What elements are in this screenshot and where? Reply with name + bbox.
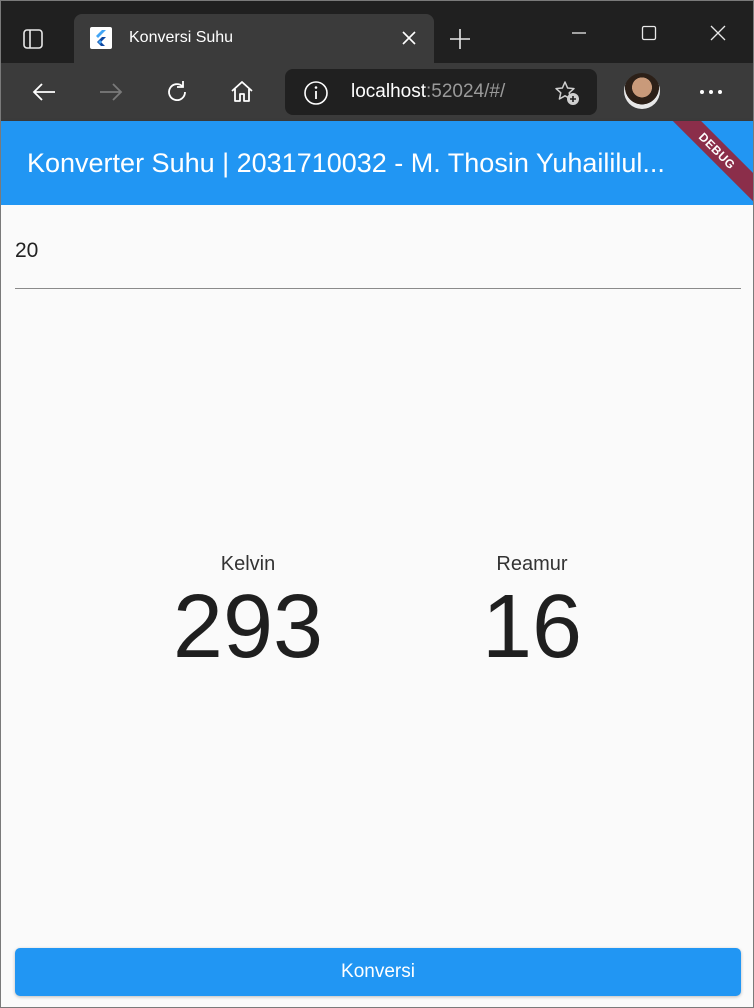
- app-title: Konverter Suhu | 2031710032 - M. Thosin …: [27, 148, 665, 178]
- url-path: :52024/#/: [426, 81, 506, 102]
- back-arrow-icon[interactable]: [27, 75, 61, 109]
- reamur-value: 16: [481, 577, 583, 677]
- celsius-input[interactable]: [15, 235, 741, 263]
- minimize-icon[interactable]: [559, 13, 599, 53]
- url-host: localhost: [351, 81, 426, 102]
- home-icon[interactable]: [225, 75, 259, 109]
- kelvin-value: 293: [172, 577, 324, 677]
- maximize-icon[interactable]: [629, 13, 669, 53]
- kelvin-label: Kelvin: [220, 553, 276, 575]
- convert-button[interactable]: Konversi: [15, 948, 741, 996]
- flutter-favicon-icon: [90, 27, 112, 49]
- tab-title: Konversi Suhu: [129, 29, 234, 46]
- reamur-label: Reamur: [496, 553, 568, 575]
- forward-arrow-icon[interactable]: [94, 75, 128, 109]
- browser-tab[interactable]: Konversi Suhu: [74, 14, 434, 63]
- close-window-icon[interactable]: [698, 13, 738, 53]
- browser-window: Konversi Suhu localhost:52024/#/ Konvert…: [0, 0, 754, 1008]
- more-options-icon[interactable]: [693, 75, 729, 109]
- reamur-result: Reamur 16: [432, 553, 632, 672]
- tab-strip: Konversi Suhu: [1, 1, 753, 63]
- url-text: localhost:52024/#/: [351, 81, 505, 103]
- tab-actions-icon[interactable]: [17, 23, 49, 55]
- celsius-input-field[interactable]: [15, 235, 741, 289]
- refresh-icon[interactable]: [160, 75, 194, 109]
- profile-avatar[interactable]: [624, 73, 660, 109]
- address-bar[interactable]: localhost:52024/#/: [285, 69, 597, 115]
- browser-toolbar: localhost:52024/#/: [1, 63, 753, 121]
- close-tab-icon[interactable]: [398, 27, 420, 49]
- kelvin-result: Kelvin 293: [148, 553, 348, 672]
- site-info-icon[interactable]: [303, 80, 329, 106]
- add-favorite-icon[interactable]: [553, 79, 581, 107]
- app-body: Kelvin 293 Reamur 16 Konversi: [1, 205, 753, 1007]
- new-tab-icon[interactable]: [446, 25, 474, 53]
- app-bar: Konverter Suhu | 2031710032 - M. Thosin …: [1, 121, 753, 205]
